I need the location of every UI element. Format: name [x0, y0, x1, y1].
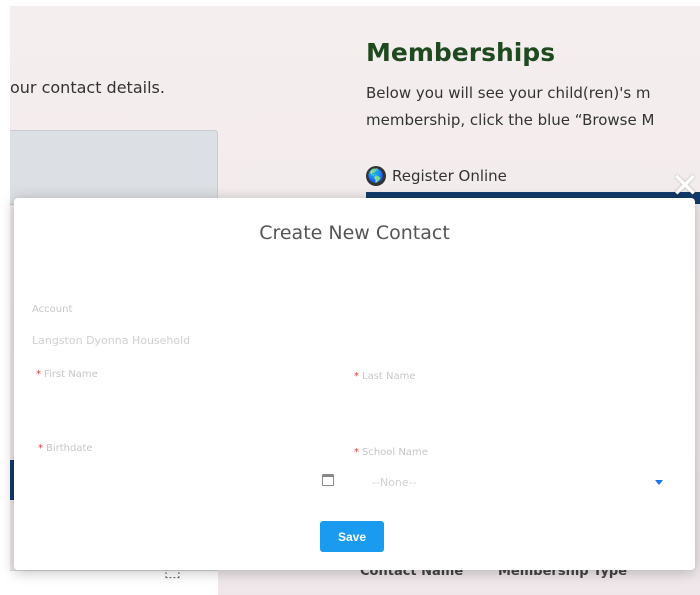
register-online-label: Register Online	[392, 167, 507, 185]
top-edge-strip	[0, 0, 700, 6]
bottom-left-panel	[10, 570, 218, 595]
save-button[interactable]: Save	[320, 521, 384, 552]
chevron-down-icon[interactable]	[655, 480, 663, 485]
memberships-description-line1: Below you will see your child(ren)'s m	[366, 84, 651, 102]
left-edge-strip	[0, 0, 10, 595]
birthdate-field[interactable]: * Birthdate	[38, 443, 93, 454]
last-name-field[interactable]: * Last Name	[354, 371, 416, 382]
account-value: Langston Dyonna Household	[32, 334, 191, 347]
required-marker: *	[36, 369, 41, 380]
account-label: Account	[32, 304, 73, 315]
calendar-icon[interactable]	[322, 474, 334, 486]
required-marker: *	[354, 447, 359, 458]
create-contact-modal: Create New Contact Account Langston Dyon…	[14, 198, 695, 570]
memberships-description: Below you will see your child(ren)'s m m…	[366, 80, 700, 134]
required-marker: *	[38, 443, 43, 454]
first-name-field[interactable]: * First Name	[36, 369, 98, 380]
required-marker: *	[354, 371, 359, 382]
contact-details-text: our contact details.	[10, 78, 165, 97]
memberships-heading: Memberships	[366, 38, 556, 67]
last-name-label: Last Name	[362, 371, 416, 382]
globe-icon: 🌎	[366, 166, 386, 186]
school-name-select[interactable]: --None--	[372, 476, 417, 489]
school-name-label: School Name	[362, 447, 428, 458]
first-name-label: First Name	[44, 369, 98, 380]
birthdate-label: Birthdate	[46, 443, 93, 454]
register-online-link[interactable]: 🌎 Register Online	[366, 166, 507, 186]
memberships-description-line2: membership, click the blue “Browse M	[366, 111, 655, 129]
contact-info-box	[10, 130, 218, 205]
modal-title: Create New Contact	[259, 222, 450, 244]
school-name-field[interactable]: * School Name	[354, 447, 428, 458]
